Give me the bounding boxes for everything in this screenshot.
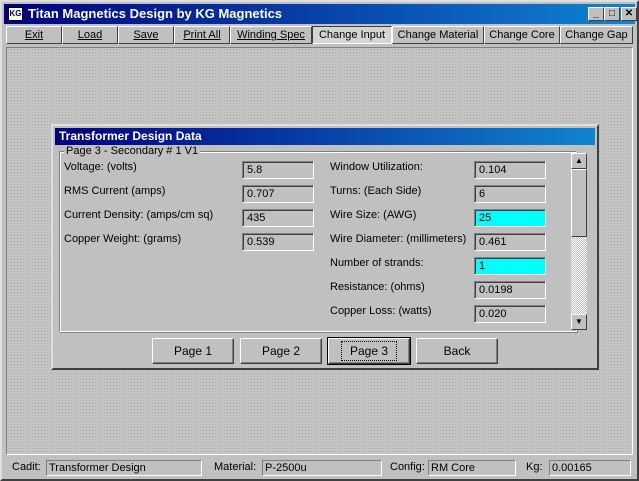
maximize-button[interactable]: □ <box>604 7 620 21</box>
copper-weight-label: Copper Weight: (grams) <box>64 233 182 245</box>
window-utilization-field: 0.104 <box>474 161 546 179</box>
app-icon[interactable]: KG <box>8 7 23 21</box>
material-label: Material: <box>214 461 257 473</box>
rms-current-label: RMS Current (amps) <box>64 185 166 197</box>
wire-size-label: Wire Size: (AWG) <box>330 209 417 221</box>
menu-bar: Exit Load Save Print All Winding Spec Ch… <box>4 25 635 45</box>
cadit-value: Transformer Design <box>46 460 202 476</box>
vertical-scrollbar[interactable]: ▲ ▼ <box>571 153 587 330</box>
turns-label: Turns: (Each Side) <box>330 185 422 197</box>
current-density-field: 435 <box>242 209 314 227</box>
copper-weight-field: 0.539 <box>242 233 314 251</box>
secondary-groupbox: Page 3 - Secondary # 1 V1 Voltage: (volt… <box>59 145 577 332</box>
config-label: Config: <box>390 461 425 473</box>
close-button[interactable]: ✕ <box>621 7 637 21</box>
number-of-strands-label: Number of strands: <box>330 257 424 269</box>
change-core-button[interactable]: Change Core <box>484 26 560 44</box>
cadit-label: Cadit: <box>12 461 41 473</box>
config-value: RM Core <box>428 460 516 476</box>
turns-field: 6 <box>474 185 546 203</box>
page-2-button[interactable]: Page 2 <box>240 338 322 364</box>
change-gap-button[interactable]: Change Gap <box>560 26 633 44</box>
scroll-down-icon[interactable]: ▼ <box>571 314 587 330</box>
transformer-design-dialog: Transformer Design Data Page 3 - Seconda… <box>51 124 599 370</box>
page-3-button-label: Page 3 <box>340 341 398 361</box>
scroll-up-icon[interactable]: ▲ <box>571 153 587 169</box>
save-button[interactable]: Save <box>118 26 174 44</box>
number-of-strands-input[interactable]: 1 <box>474 257 546 275</box>
winding-spec-button[interactable]: Winding Spec <box>230 26 312 44</box>
change-material-button[interactable]: Change Material <box>392 26 484 44</box>
scroll-thumb[interactable] <box>571 169 587 237</box>
window-utilization-label: Window Utilization: <box>330 161 423 173</box>
change-input-button[interactable]: Change Input <box>312 26 392 44</box>
voltage-field: 5.8 <box>242 161 314 179</box>
main-window: KG Titan Magnetics Design by KG Magnetic… <box>0 0 639 481</box>
copper-loss-field: 0.020 <box>474 305 546 323</box>
wire-size-input[interactable]: 25 <box>474 209 546 227</box>
load-button[interactable]: Load <box>62 26 118 44</box>
window-title: Titan Magnetics Design by KG Magnetics <box>28 6 283 21</box>
group-label: Page 3 - Secondary # 1 V1 <box>64 145 201 157</box>
kg-label: Kg: <box>526 461 543 473</box>
back-button[interactable]: Back <box>416 338 498 364</box>
minimize-button[interactable]: _ <box>588 7 604 21</box>
wire-diameter-label: Wire Diameter: (millimeters) <box>330 233 467 245</box>
page-3-button[interactable]: Page 3 <box>327 337 411 365</box>
resistance-label: Resistance: (ohms) <box>330 281 425 293</box>
kg-value: 0.00165 <box>549 460 631 476</box>
exit-button[interactable]: Exit <box>6 26 62 44</box>
print-all-button[interactable]: Print All <box>174 26 230 44</box>
status-bar: Cadit: Transformer Design Material: P-25… <box>4 457 635 479</box>
rms-current-field: 0.707 <box>242 185 314 203</box>
title-bar[interactable]: KG Titan Magnetics Design by KG Magnetic… <box>4 4 637 24</box>
current-density-label: Current Density: (amps/cm sq) <box>64 209 214 221</box>
voltage-label: Voltage: (volts) <box>64 161 137 173</box>
wire-diameter-field: 0.461 <box>474 233 546 251</box>
material-value: P-2500u <box>262 460 382 476</box>
dialog-title[interactable]: Transformer Design Data <box>55 128 595 145</box>
copper-loss-label: Copper Loss: (watts) <box>330 305 432 317</box>
resistance-field: 0.0198 <box>474 281 546 299</box>
page-1-button[interactable]: Page 1 <box>152 338 234 364</box>
